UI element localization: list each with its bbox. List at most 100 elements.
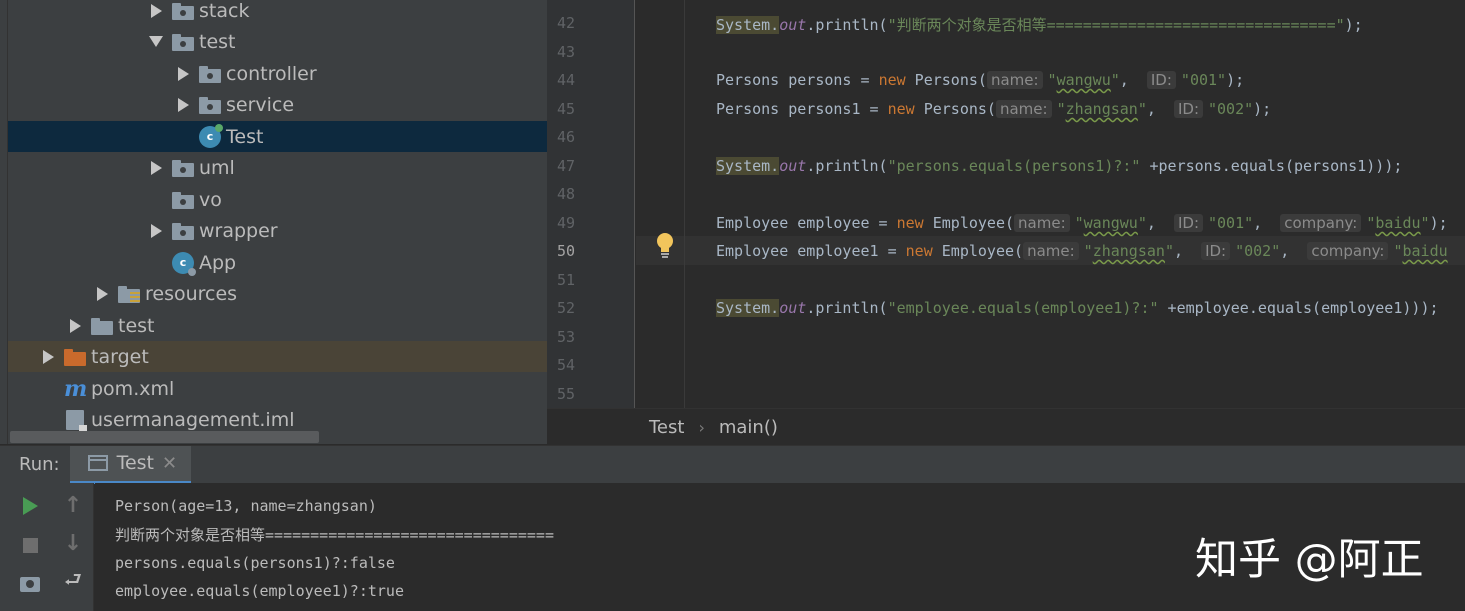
run-side-strip — [0, 483, 8, 611]
token-quote: " — [1217, 71, 1227, 89]
param-hint-name: name: — [1023, 242, 1079, 260]
tree-item-label: App — [199, 251, 237, 274]
scroll-down-button[interactable]: ↓ — [58, 528, 88, 558]
java-class-icon: c — [199, 123, 223, 148]
line-number: 49 — [556, 214, 575, 232]
tree-item-service[interactable]: service — [8, 89, 547, 120]
code-editor[interactable]: 42 43 44 45 46 47 48 49 50 51 52 53 54 5… — [547, 0, 1465, 408]
token-close: ); — [1226, 71, 1245, 89]
package-folder-icon — [172, 191, 194, 209]
tree-item-vo[interactable]: vo — [8, 184, 547, 215]
token-quote: " — [1244, 100, 1254, 118]
tree-item-target[interactable]: target — [8, 341, 547, 372]
token-quote: " — [1208, 100, 1218, 118]
tree-item-label: usermanagement.iml — [91, 408, 295, 431]
line-number-gutter[interactable]: 42 43 44 45 46 47 48 49 50 51 52 53 54 5… — [547, 0, 635, 408]
token-comma: , — [1146, 100, 1156, 118]
scroll-up-button[interactable]: ↑ — [58, 490, 88, 520]
project-tool-window: stack test controller service c Test uml… — [0, 0, 547, 444]
token-out: out — [779, 157, 807, 175]
token-string: baidu — [1375, 214, 1421, 232]
token-ctor: Employee( — [932, 242, 1024, 260]
tree-item-stack[interactable]: stack — [8, 0, 547, 26]
expand-arrow-icon[interactable] — [90, 282, 114, 306]
token-println: .println( — [806, 299, 888, 317]
code-line-52[interactable]: System.out.println("employee.equals(empl… — [716, 299, 1439, 317]
run-tab-label: Test — [116, 452, 155, 474]
tree-item-label: controller — [226, 62, 317, 85]
collapse-arrow-icon[interactable] — [144, 30, 168, 54]
dump-threads-button[interactable] — [15, 569, 45, 599]
param-hint-name: name: — [1014, 214, 1070, 232]
tree-item-pom[interactable]: m pom.xml — [8, 373, 547, 404]
tree-item-label: vo — [199, 188, 222, 211]
line-number: 51 — [556, 271, 575, 289]
param-hint-company: company: — [1280, 214, 1362, 232]
run-toolbar: ↑ ↓ ⮐ — [8, 483, 94, 611]
line-number-current: 50 — [556, 242, 575, 260]
stop-button[interactable] — [15, 530, 45, 560]
line-number: 54 — [556, 356, 575, 374]
folder-icon — [91, 317, 113, 335]
token-out: out — [779, 16, 807, 34]
horizontal-scrollbar-thumb[interactable] — [10, 431, 319, 443]
line-number: 47 — [556, 157, 575, 175]
package-folder-icon — [172, 159, 194, 177]
token-new: new — [905, 242, 933, 260]
param-hint-name: name: — [986, 71, 1043, 89]
token-ctor: Persons( — [914, 100, 996, 118]
tree-item-controller[interactable]: controller — [8, 58, 547, 89]
token-close: ); — [1384, 157, 1403, 175]
token-quote: " — [1074, 214, 1084, 232]
token-println: .println( — [806, 16, 888, 34]
expand-arrow-icon[interactable] — [144, 219, 168, 243]
expand-arrow-icon[interactable] — [144, 0, 168, 23]
token-quote: " — [1137, 100, 1147, 118]
token-comma: , — [1119, 71, 1129, 89]
code-line-49[interactable]: Employee employee = new Employee(name: "w… — [716, 214, 1448, 232]
run-tab-test[interactable]: Test ✕ — [69, 445, 192, 484]
token-quote: " — [1235, 242, 1245, 260]
param-hint-company: company: — [1307, 242, 1389, 260]
tree-item-resources[interactable]: resources — [8, 278, 547, 309]
expand-arrow-icon[interactable] — [63, 314, 87, 338]
token-string: 001 — [1217, 214, 1245, 232]
code-line-45[interactable]: Persons persons1 = new Persons(name: "zha… — [716, 100, 1271, 118]
expand-arrow-icon[interactable] — [171, 93, 195, 117]
code-line-47[interactable]: System.out.println("persons.equals(perso… — [716, 157, 1402, 175]
line-number: 43 — [556, 43, 575, 61]
rerun-button[interactable] — [15, 491, 45, 521]
line-number: 44 — [556, 71, 575, 89]
lightbulb-icon[interactable] — [655, 232, 675, 258]
tree-item-test-folder[interactable]: test — [8, 310, 547, 341]
code-line-44[interactable]: Persons persons = new Persons(name: "wang… — [716, 71, 1244, 89]
tree-item-app[interactable]: c App — [8, 247, 547, 278]
param-hint-id: ID: — [1173, 100, 1203, 118]
tree-item-uml[interactable]: uml — [8, 152, 547, 183]
soft-wrap-icon: ⮐ — [64, 567, 82, 591]
line-number: 46 — [556, 128, 575, 146]
token-comma: , — [1280, 242, 1290, 260]
token-quote: " — [1244, 214, 1254, 232]
token-quote: " — [1271, 242, 1281, 260]
close-icon[interactable]: ✕ — [162, 453, 177, 474]
soft-wrap-button[interactable]: ⮐ — [58, 567, 88, 597]
breadcrumb-method[interactable]: main() — [719, 417, 778, 438]
expand-arrow-icon[interactable] — [171, 62, 195, 86]
code-line-50[interactable]: Employee employee1 = new Employee(name: "… — [716, 242, 1448, 260]
token-println: .println( — [806, 157, 888, 175]
token-string: wangwu — [1083, 214, 1138, 232]
token-close-paren: ) — [1375, 157, 1385, 175]
token-string: 002 — [1217, 100, 1245, 118]
console-line: employee.equals(employee1)?:true — [115, 582, 404, 600]
code-line-42[interactable]: System.out.println("判断两个对象是否相等==========… — [716, 14, 1363, 35]
token-close: ); — [1429, 214, 1448, 232]
tree-item-test-class[interactable]: c Test — [8, 121, 547, 152]
expand-arrow-icon[interactable] — [36, 345, 60, 369]
package-folder-icon — [172, 33, 194, 51]
tree-item-wrapper[interactable]: wrapper — [8, 215, 547, 246]
breadcrumb-class[interactable]: Test — [649, 417, 684, 438]
tree-item-test-package[interactable]: test — [8, 26, 547, 57]
token-comma: , — [1253, 214, 1263, 232]
expand-arrow-icon[interactable] — [144, 156, 168, 180]
